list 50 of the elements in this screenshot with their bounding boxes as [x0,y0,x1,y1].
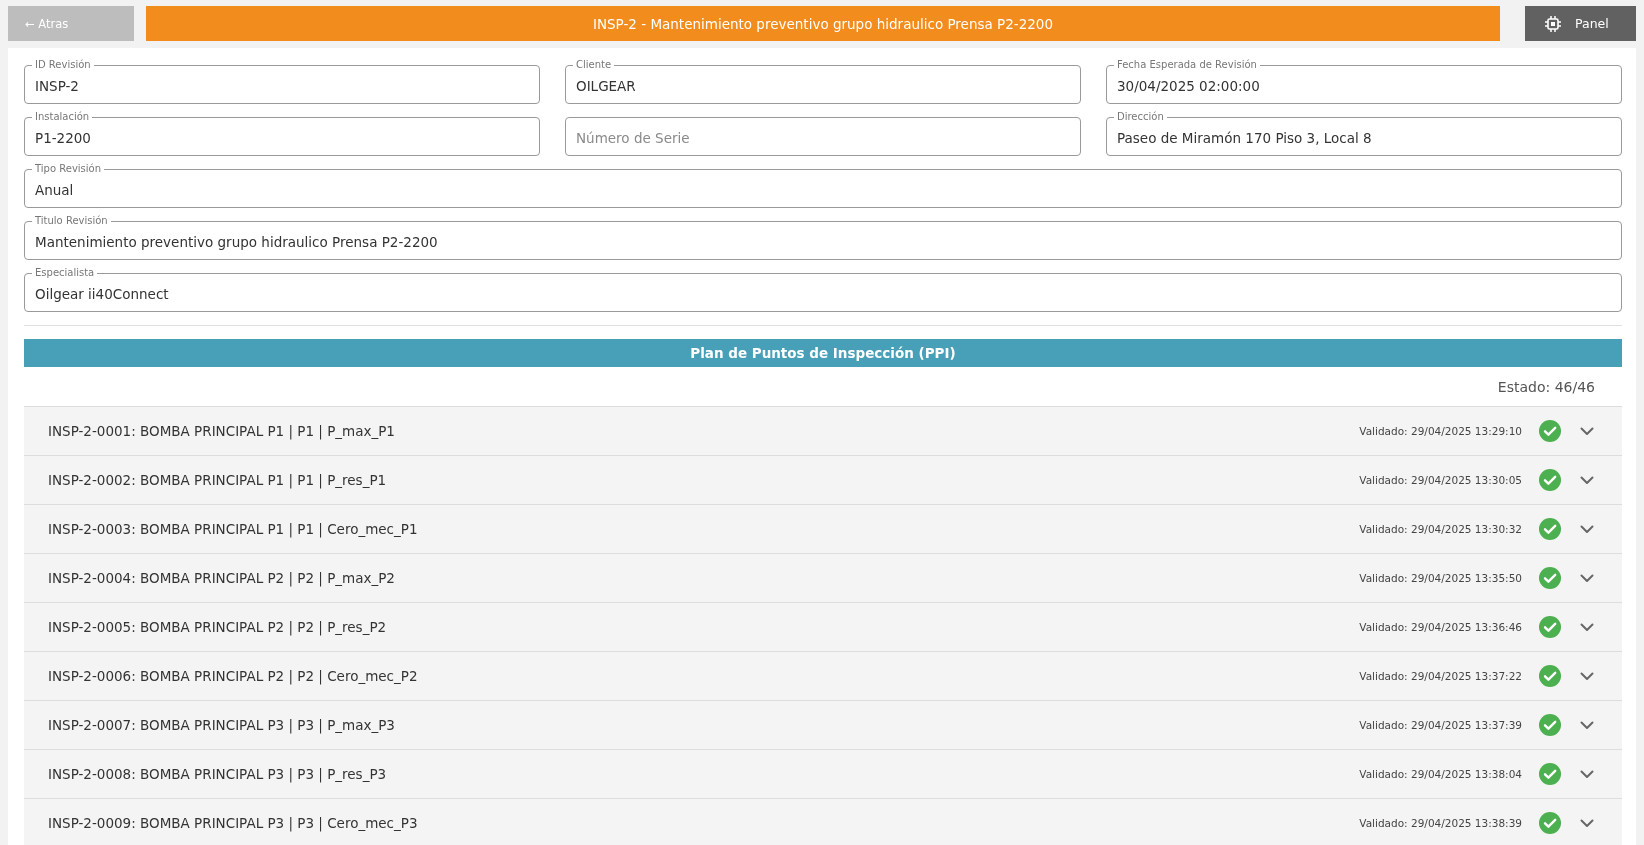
field-label: Instalación [32,110,93,123]
inspection-point-title: INSP-2-0005: BOMBA PRINCIPAL P2 | P2 | P_res_P2 [48,619,388,635]
validated-timestamp: Validado: 29/04/2025 13:30:05 [1359,474,1522,486]
field-label: Cliente [573,58,615,71]
field-label: ID Revisión [32,58,94,71]
inspection-point-title: INSP-2-0006: BOMBA PRINCIPAL P2 | P2 | Cero_mec_P2 [48,668,419,684]
chevron-down-icon[interactable] [1580,573,1594,583]
validated-timestamp: Validado: 29/04/2025 13:30:32 [1359,523,1522,535]
accordion-row[interactable]: INSP-2-0001: BOMBA PRINCIPAL P1 | P1 | P_max_P1 Validado: 29/04/2025 13:29:10 [24,407,1622,456]
field-label: Fecha Esperada de Revisión [1114,58,1260,71]
chevron-down-icon[interactable] [1580,720,1594,730]
inspection-point-title: INSP-2-0007: BOMBA PRINCIPAL P3 | P3 | P_max_P3 [48,717,396,733]
status-text: Estado: 46/46 [1497,378,1595,395]
validated-timestamp: Validado: 29/04/2025 13:37:22 [1359,670,1522,682]
field-label: Tipo Revisión [32,162,104,175]
inspection-point-title: INSP-2-0004: BOMBA PRINCIPAL P2 | P2 | P_max_P2 [48,570,396,586]
chevron-down-icon[interactable] [1580,475,1594,485]
accordion-row[interactable]: INSP-2-0008: BOMBA PRINCIPAL P3 | P3 | P_res_P3 Validado: 29/04/2025 13:38:04 [24,750,1622,799]
chevron-down-icon[interactable] [1580,818,1594,828]
section-title: Plan de Puntos de Inspección (PPI) [690,345,956,361]
accordion-row[interactable]: INSP-2-0006: BOMBA PRINCIPAL P2 | P2 | Cero_mec_P2 Validado: 29/04/2025 13:37:22 [24,652,1622,701]
chevron-down-icon[interactable] [1580,426,1594,436]
chip-icon [1544,14,1562,33]
validated-timestamp: Validado: 29/04/2025 13:29:10 [1359,425,1522,437]
panel-button[interactable]: Panel [1525,6,1636,41]
text-field[interactable]: Número de Serie [565,117,1081,156]
field-label: Titulo Revisión [32,214,111,227]
accordion-row[interactable]: INSP-2-0009: BOMBA PRINCIPAL P3 | P3 | Cero_mec_P3 Validado: 29/04/2025 13:38:39 [24,799,1622,845]
validated-timestamp: Validado: 29/04/2025 13:36:46 [1359,621,1522,633]
validated-timestamp: Validado: 29/04/2025 13:38:39 [1359,817,1522,829]
inspection-point-title: INSP-2-0008: BOMBA PRINCIPAL P3 | P3 | P_res_P3 [48,766,388,782]
accordion-row[interactable]: INSP-2-0002: BOMBA PRINCIPAL P1 | P1 | P_res_P1 Validado: 29/04/2025 13:30:05 [24,456,1622,505]
inspection-point-title: INSP-2-0001: BOMBA PRINCIPAL P1 | P1 | P_max_P1 [48,423,396,439]
validated-timestamp: Validado: 29/04/2025 13:35:50 [1359,572,1522,584]
inspection-point-title: INSP-2-0002: BOMBA PRINCIPAL P1 | P1 | P_res_P1 [48,472,388,488]
page-title: INSP-2 - Mantenimiento preventivo grupo hidraulico Prensa P2-2200 [592,15,1054,32]
chevron-down-icon[interactable] [1580,622,1594,632]
inspection-point-title: INSP-2-0009: BOMBA PRINCIPAL P3 | P3 | Cero_mec_P3 [48,815,419,831]
field-label: Especialista [32,266,98,279]
inspection-point-title: INSP-2-0003: BOMBA PRINCIPAL P1 | P1 | Cero_mec_P1 [48,521,419,537]
field-label: Dirección [1114,110,1167,123]
accordion-row[interactable]: INSP-2-0004: BOMBA PRINCIPAL P2 | P2 | P_max_P2 Validado: 29/04/2025 13:35:50 [24,554,1622,603]
chevron-down-icon[interactable] [1580,671,1594,681]
accordion-row[interactable]: INSP-2-0003: BOMBA PRINCIPAL P1 | P1 | Cero_mec_P1 Validado: 29/04/2025 13:30:32 [24,505,1622,554]
accordion-row[interactable]: INSP-2-0007: BOMBA PRINCIPAL P3 | P3 | P_max_P3 Validado: 29/04/2025 13:37:39 [24,701,1622,750]
chevron-down-icon[interactable] [1580,524,1594,534]
validated-timestamp: Validado: 29/04/2025 13:38:04 [1359,768,1522,780]
validated-timestamp: Validado: 29/04/2025 13:37:39 [1359,719,1522,731]
chevron-down-icon[interactable] [1580,769,1594,779]
accordion-row[interactable]: INSP-2-0005: BOMBA PRINCIPAL P2 | P2 | P_res_P2 Validado: 29/04/2025 13:36:46 [24,603,1622,652]
